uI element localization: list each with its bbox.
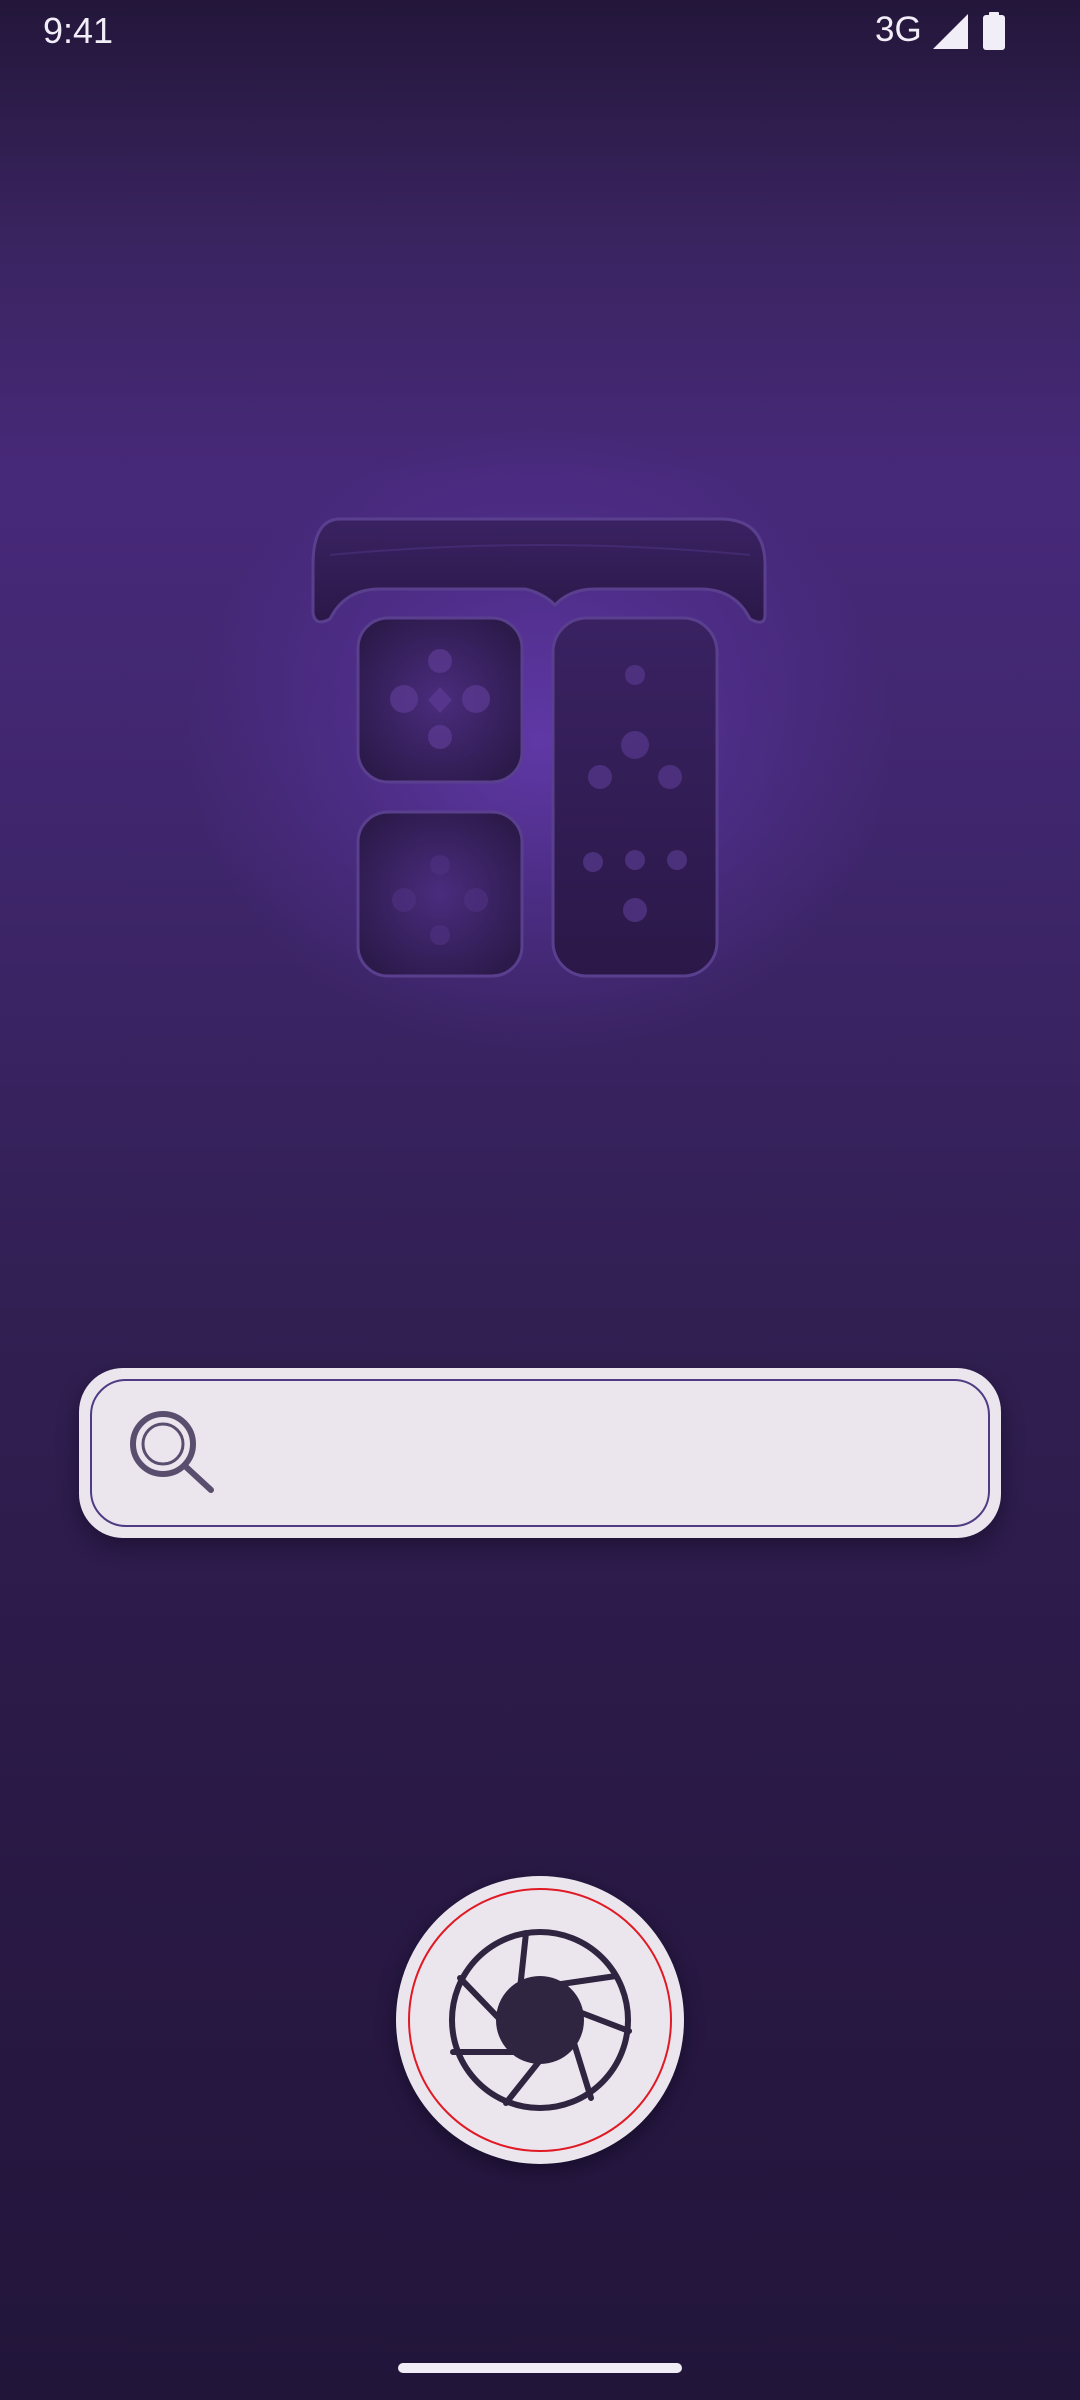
search-input[interactable] (219, 1398, 963, 1490)
battery-icon (983, 12, 1005, 50)
status-bar: 9:41 3G (0, 0, 1080, 62)
search-bar[interactable] (79, 1368, 1001, 1538)
camera-capture-button[interactable] (396, 1876, 684, 2164)
grid-logo-icon (311, 517, 767, 978)
aperture-icon (449, 1929, 632, 2111)
network-type: 3G (875, 10, 922, 49)
home-indicator[interactable] (398, 2363, 682, 2373)
signal-icon (933, 14, 968, 49)
search-icon[interactable] (123, 1404, 223, 1504)
status-time: 9:41 (43, 10, 114, 51)
